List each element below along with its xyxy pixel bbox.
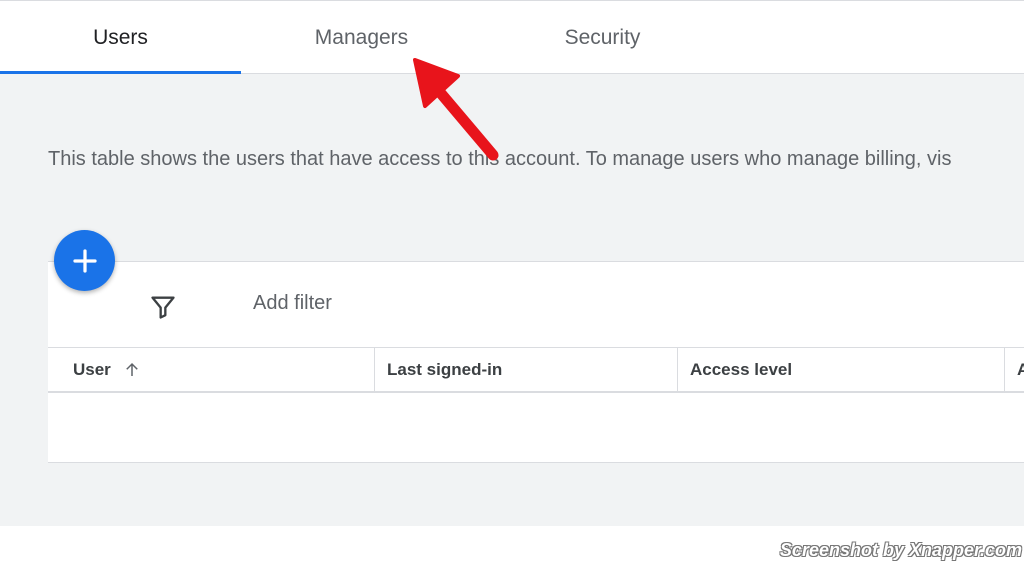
tab-bar: Users Managers Security bbox=[0, 0, 1024, 75]
column-header-partial[interactable]: A bbox=[1005, 348, 1024, 391]
table-header-row: User Last signed-in Access level A bbox=[48, 347, 1024, 393]
column-header-user[interactable]: User bbox=[48, 348, 375, 391]
column-header-label: A bbox=[1017, 359, 1024, 379]
tab-security[interactable]: Security bbox=[482, 1, 723, 74]
arrow-up-icon[interactable] bbox=[123, 361, 141, 379]
filter-icon[interactable] bbox=[149, 293, 177, 321]
page: Users Managers Security This table shows… bbox=[0, 0, 1024, 564]
column-header-label: Access level bbox=[690, 359, 793, 379]
column-header-access-level[interactable]: Access level bbox=[678, 348, 1005, 391]
add-filter-button[interactable]: Add filter bbox=[253, 292, 332, 315]
plus-icon bbox=[72, 248, 97, 273]
red-arrow-icon bbox=[413, 58, 499, 161]
column-header-last-signed-in[interactable]: Last signed-in bbox=[375, 348, 678, 391]
column-header-label: User bbox=[73, 359, 111, 379]
add-user-button[interactable] bbox=[54, 230, 115, 291]
users-table-card: Add filter User Last signed-in Access le… bbox=[48, 261, 1024, 463]
column-header-label: Last signed-in bbox=[387, 359, 503, 379]
tab-users[interactable]: Users bbox=[0, 1, 241, 75]
table-description: This table shows the users that have acc… bbox=[48, 148, 952, 170]
main-content: This table shows the users that have acc… bbox=[0, 74, 1024, 526]
watermark: Screenshot by Xnapper.com bbox=[779, 540, 1022, 560]
